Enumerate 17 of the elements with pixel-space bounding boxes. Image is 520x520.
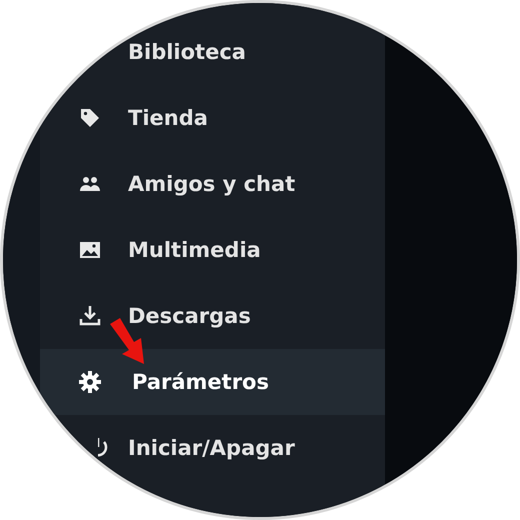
- menu-label: Iniciar/Apagar: [128, 436, 295, 460]
- menu-item[interactable]: Multimedia: [40, 217, 385, 283]
- menu-item[interactable]: Tienda: [40, 85, 385, 151]
- menu-label: Tienda: [128, 106, 208, 130]
- menu-item[interactable]: Biblioteca: [40, 19, 385, 85]
- tag-icon: [78, 106, 102, 130]
- menu-label: Multimedia: [128, 238, 261, 262]
- menu-item[interactable]: Iniciar/Apagar: [40, 415, 385, 481]
- menu-label: Parámetros: [132, 370, 269, 394]
- download-icon: [78, 304, 102, 328]
- menu-label: Amigos y chat: [128, 172, 296, 196]
- menu-label: Descargas: [128, 304, 251, 328]
- menu-label: Biblioteca: [128, 40, 246, 64]
- menu-item[interactable]: Amigos y chat: [40, 151, 385, 217]
- menu-item[interactable]: Descargas: [40, 283, 385, 349]
- menu-item[interactable]: Parámetros: [40, 349, 385, 415]
- settings-icon: [78, 370, 102, 394]
